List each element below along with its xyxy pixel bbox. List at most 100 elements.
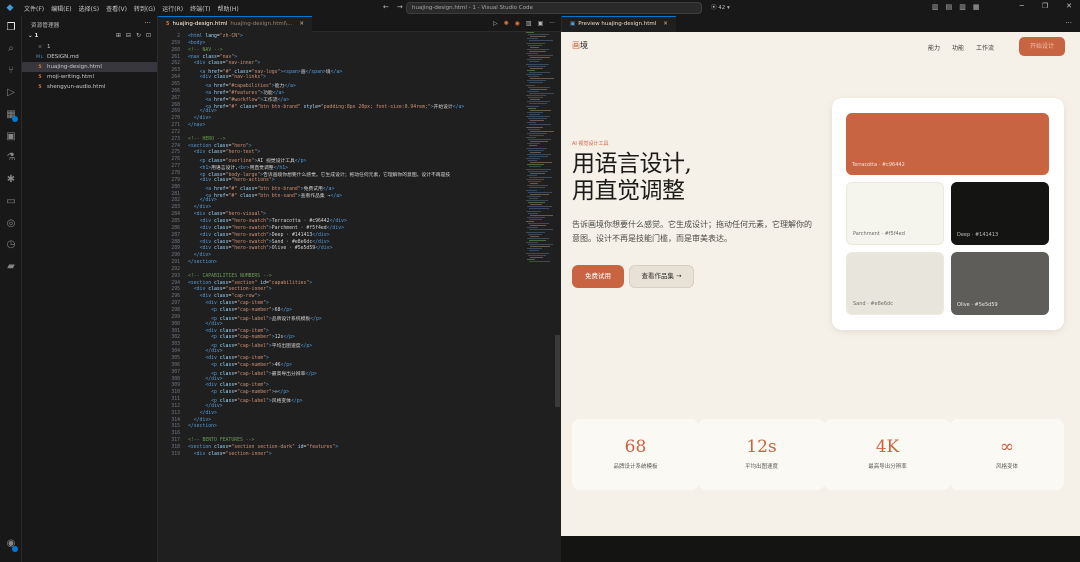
- free-trial-button[interactable]: 免费试用: [572, 265, 624, 288]
- code-line[interactable]: <div class="hero-actions">: [188, 178, 275, 183]
- code-line[interactable]: </div>: [188, 322, 222, 327]
- forward-arrow-icon[interactable]: →: [397, 3, 403, 11]
- nav-link-features[interactable]: 功能: [952, 43, 964, 52]
- preview-more-icon[interactable]: ···: [1065, 19, 1072, 27]
- code-line[interactable]: <div class="cap-item">: [188, 356, 269, 361]
- code-line[interactable]: <!-- NAV -->: [188, 48, 223, 53]
- code-line[interactable]: <div class="nav-links">: [188, 75, 266, 80]
- compare-icon[interactable]: ▣: [538, 20, 544, 27]
- file-item[interactable]: 5 moji-writing.html: [22, 72, 157, 82]
- tab-huajing-design[interactable]: 5 huajing-design.html huajing-design.htm…: [158, 16, 312, 32]
- file-item[interactable]: M↓ DESIGN.md: [22, 52, 157, 62]
- nav-link-capabilities[interactable]: 能力: [928, 43, 940, 52]
- code-line[interactable]: <p class="cap-number">12s</p>: [188, 335, 295, 340]
- remote-explorer-icon[interactable]: ▣: [5, 131, 17, 143]
- code-line[interactable]: <div class="hero-visual">: [188, 212, 266, 217]
- github-icon[interactable]: ◎: [5, 218, 17, 230]
- minimize-icon[interactable]: ─: [1020, 2, 1024, 10]
- nav-link-workflow[interactable]: 工作流: [976, 43, 994, 52]
- code-line[interactable]: <div class="cap-item">: [188, 301, 269, 306]
- close-tab-icon[interactable]: ✕: [663, 17, 668, 32]
- more-actions-icon[interactable]: ···: [144, 19, 151, 27]
- code-line[interactable]: <p class="cap-number">68</p>: [188, 308, 292, 313]
- new-folder-icon[interactable]: ⊟: [126, 31, 131, 41]
- editor-more-icon[interactable]: ···: [549, 20, 555, 27]
- split-editor-icon[interactable]: ▥: [526, 20, 532, 27]
- file-item[interactable]: ≡ 1: [22, 42, 157, 52]
- explorer-icon[interactable]: ❐: [5, 22, 17, 34]
- menu-view[interactable]: 查看(V): [106, 4, 127, 13]
- new-file-icon[interactable]: ⊞: [116, 31, 121, 41]
- code-line[interactable]: <div class="hero-swatch">Sand · #e8e6dc<…: [188, 240, 330, 245]
- close-icon[interactable]: ✕: [1066, 2, 1072, 10]
- code-line[interactable]: </div>: [188, 116, 211, 121]
- file-item[interactable]: 5 shengyun-audio.html: [22, 82, 157, 92]
- view-portfolio-button[interactable]: 查看作品集 →: [629, 265, 694, 288]
- code-line[interactable]: <div class="hero-swatch">Terracotta · #c…: [188, 219, 347, 224]
- toggle-sidebar-icon[interactable]: ▥: [932, 3, 939, 11]
- code-line[interactable]: <section class="section" id="capabilitie…: [188, 281, 312, 286]
- restore-icon[interactable]: ❐: [1042, 2, 1048, 10]
- folder-icon[interactable]: ▰: [5, 261, 17, 273]
- code-line[interactable]: </div>: [188, 349, 222, 354]
- chat-icon[interactable]: ▭: [5, 196, 17, 208]
- code-line[interactable]: <div class="hero-text">: [188, 150, 260, 155]
- run-icon[interactable]: ▷: [493, 20, 498, 27]
- editor-scrollbar[interactable]: [554, 32, 560, 562]
- code-line[interactable]: </section>: [188, 424, 217, 429]
- code-line[interactable]: <a href="#" class="btn btn-brand" style=…: [188, 103, 464, 110]
- code-line[interactable]: <div class="cap-row">: [188, 294, 261, 299]
- menu-edit[interactable]: 编辑(E): [51, 4, 71, 13]
- code-line[interactable]: </div>: [188, 198, 217, 203]
- code-line[interactable]: <div class="nav-inner">: [188, 61, 260, 66]
- code-line[interactable]: </div>: [188, 411, 217, 416]
- code-line[interactable]: <section class="section section-dark" id…: [188, 445, 338, 450]
- run-debug-icon[interactable]: ▷: [5, 87, 17, 99]
- customize-layout-icon[interactable]: ▦: [973, 3, 980, 11]
- code-line[interactable]: <div class="cap-item">: [188, 383, 269, 388]
- code-editor[interactable]: 2 259 260 261 262 263 264 265 266 267 268 269 270 271…: [158, 32, 561, 562]
- refresh-icon[interactable]: ↻: [136, 31, 141, 41]
- tab-preview[interactable]: ▣ Preview huajing-design.html ✕: [562, 16, 676, 32]
- code-line[interactable]: </div>: [188, 253, 211, 258]
- code-line[interactable]: <div class="section-inner">: [188, 452, 272, 457]
- search-icon[interactable]: ⌕: [5, 43, 17, 55]
- menu-terminal[interactable]: 终端(T): [190, 4, 210, 13]
- copilot-badge[interactable]: ⦿ 42 ▾: [711, 3, 730, 11]
- close-tab-icon[interactable]: ✕: [299, 17, 304, 32]
- testing-icon[interactable]: ⚗: [5, 152, 17, 164]
- minimap[interactable]: [526, 32, 555, 272]
- start-design-button[interactable]: 开始设计: [1019, 37, 1065, 56]
- code-line[interactable]: <p class="cap-number">∞</p>: [188, 390, 289, 395]
- code-line[interactable]: <section class="hero">: [188, 144, 252, 149]
- code-line[interactable]: <p class="cap-number">4K</p>: [188, 363, 292, 368]
- editor-scroll-thumb[interactable]: [555, 335, 560, 407]
- timeline-icon[interactable]: ◷: [5, 239, 17, 251]
- code-line[interactable]: <!-- HERO -->: [188, 137, 226, 142]
- code-line[interactable]: </div>: [188, 418, 211, 423]
- code-line[interactable]: </div>: [188, 404, 222, 409]
- menu-go[interactable]: 转到(G): [134, 4, 155, 13]
- code-line[interactable]: </div>: [188, 109, 217, 114]
- code-line[interactable]: <div class="hero-swatch">Parchment · #f5…: [188, 226, 344, 231]
- open-preview-icon[interactable]: ◉: [515, 20, 520, 27]
- source-control-icon[interactable]: ⑂: [5, 65, 17, 77]
- code-line[interactable]: </div>: [188, 205, 211, 210]
- code-line[interactable]: <!-- CAPABILITIES NUMBERS -->: [188, 274, 272, 279]
- file-item-active[interactable]: 5 huajing-design.html: [22, 62, 157, 72]
- code-line[interactable]: <div class="hero-swatch">Deep · #141413<…: [188, 233, 330, 238]
- preview-icon[interactable]: ✺: [504, 20, 509, 27]
- code-line[interactable]: <div class="hero-swatch">Olive · #5e5d59…: [188, 246, 333, 251]
- code-line[interactable]: </section>: [188, 260, 217, 265]
- code-line[interactable]: </div>: [188, 377, 222, 382]
- code-line[interactable]: <html lang="zh-CN">: [188, 34, 243, 39]
- menu-selection[interactable]: 选择(S): [79, 4, 100, 13]
- collapse-all-icon[interactable]: ⊡: [146, 31, 151, 41]
- code-line[interactable]: <div class="cap-item">: [188, 329, 269, 334]
- code-line[interactable]: <div class="section-inner">: [188, 287, 272, 292]
- workspace-folder[interactable]: ⌄ 1 ⊞ ⊟ ↻ ⊡: [22, 31, 157, 41]
- menu-help[interactable]: 帮助(H): [217, 4, 238, 13]
- code-line[interactable]: </nav>: [188, 123, 205, 128]
- toggle-secondary-sidebar-icon[interactable]: ▥: [959, 3, 966, 11]
- code-line[interactable]: <nav class="nav">: [188, 55, 237, 60]
